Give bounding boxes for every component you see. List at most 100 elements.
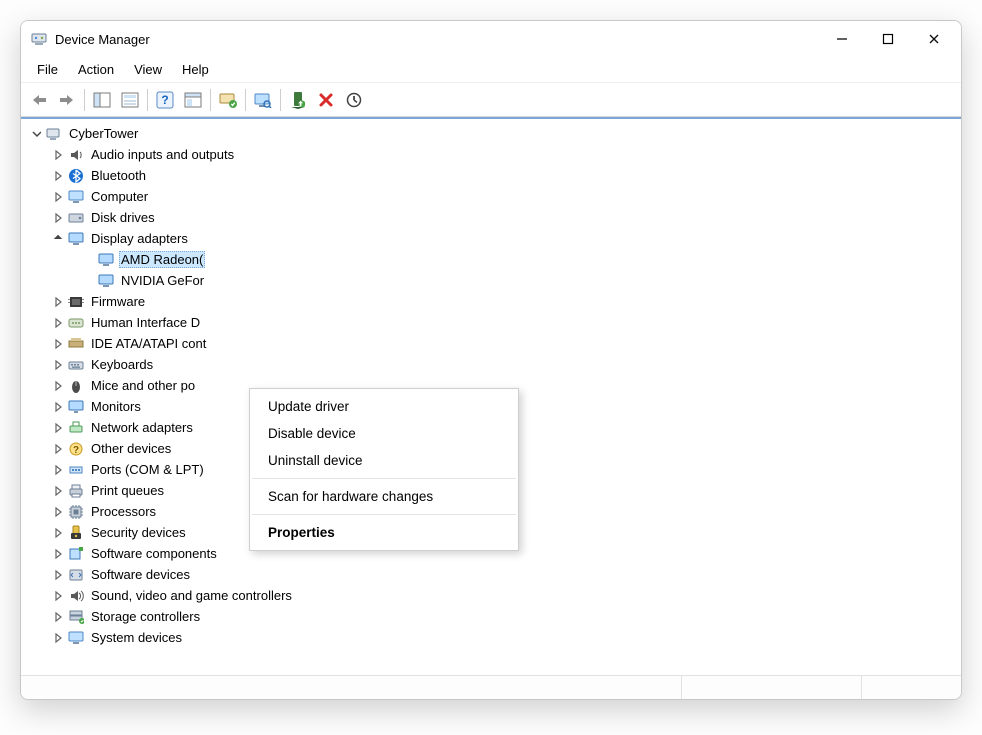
tree-device[interactable]: NVIDIA GeFor (25, 270, 951, 291)
tree-category-label: Security devices (89, 524, 188, 541)
monitor-icon (67, 398, 85, 416)
menu-help[interactable]: Help (172, 59, 219, 80)
tree-category[interactable]: Human Interface D (25, 312, 951, 333)
update-driver-button[interactable] (215, 87, 241, 113)
tree-category[interactable]: Sound, video and game controllers (25, 585, 951, 606)
tree-category[interactable]: Keyboards (25, 354, 951, 375)
stop-button[interactable] (341, 87, 367, 113)
tree-category[interactable]: Disk drives (25, 207, 951, 228)
statusbar-cell-mid (681, 676, 861, 699)
context-menu-item[interactable]: Uninstall device (250, 447, 518, 474)
expander-closed-icon[interactable] (51, 211, 65, 225)
expander-closed-icon[interactable] (51, 631, 65, 645)
expander-closed-icon[interactable] (51, 421, 65, 435)
expander-closed-icon[interactable] (51, 400, 65, 414)
tree-category[interactable]: IDE ATA/ATAPI cont (25, 333, 951, 354)
expander-open-icon[interactable] (29, 127, 43, 141)
tree-category-label: Software devices (89, 566, 192, 583)
work-area: CyberTower Audio inputs and outputs Blue… (21, 117, 961, 699)
expander-closed-icon[interactable] (51, 442, 65, 456)
enable-device-button[interactable] (285, 87, 311, 113)
security-icon (67, 524, 85, 542)
tree-category-label: Computer (89, 188, 150, 205)
expander-closed-icon[interactable] (51, 463, 65, 477)
tree-category-label: Display adapters (89, 230, 190, 247)
tree-device-label: NVIDIA GeFor (119, 272, 206, 289)
maximize-button[interactable] (865, 23, 911, 55)
expander-none (81, 274, 95, 288)
expander-closed-icon[interactable] (51, 589, 65, 603)
properties-pane-button[interactable] (117, 87, 143, 113)
tree-category-label: Ports (COM & LPT) (89, 461, 206, 478)
device-manager-window: Device Manager File Action View Help (20, 20, 962, 700)
context-menu-separator (252, 514, 516, 515)
expander-closed-icon[interactable] (51, 169, 65, 183)
expander-closed-icon[interactable] (51, 505, 65, 519)
expander-none (81, 253, 95, 267)
expander-closed-icon[interactable] (51, 190, 65, 204)
tree-category-label: Software components (89, 545, 219, 562)
show-hide-tree-button[interactable] (89, 87, 115, 113)
expander-closed-icon[interactable] (51, 610, 65, 624)
expander-closed-icon[interactable] (51, 316, 65, 330)
expander-closed-icon[interactable] (51, 358, 65, 372)
menu-action[interactable]: Action (68, 59, 124, 80)
tree-category[interactable]: Storage controllers (25, 606, 951, 627)
help-button[interactable]: ? (152, 87, 178, 113)
tree-category-label: Storage controllers (89, 608, 202, 625)
tree-category[interactable]: Audio inputs and outputs (25, 144, 951, 165)
expander-open-icon[interactable] (51, 232, 65, 246)
tree-category[interactable]: Computer (25, 186, 951, 207)
context-menu-separator (252, 478, 516, 479)
tree-category[interactable]: Firmware (25, 291, 951, 312)
tree-category-label: Other devices (89, 440, 173, 457)
expander-closed-icon[interactable] (51, 379, 65, 393)
tree-root[interactable]: CyberTower (25, 123, 951, 144)
uninstall-device-button[interactable] (313, 87, 339, 113)
tree-category[interactable]: Bluetooth (25, 165, 951, 186)
expander-closed-icon[interactable] (51, 295, 65, 309)
expander-closed-icon[interactable] (51, 568, 65, 582)
back-button[interactable] (26, 87, 52, 113)
menu-view[interactable]: View (124, 59, 172, 80)
expander-closed-icon[interactable] (51, 484, 65, 498)
tree-category-label: Firmware (89, 293, 147, 310)
tree-category-label: Bluetooth (89, 167, 148, 184)
context-menu-item[interactable]: Scan for hardware changes (250, 483, 518, 510)
tree-category[interactable]: System devices (25, 627, 951, 648)
expander-closed-icon[interactable] (51, 526, 65, 540)
forward-button[interactable] (54, 87, 80, 113)
computer-icon (67, 188, 85, 206)
tree-category-label: Disk drives (89, 209, 157, 226)
close-button[interactable] (911, 23, 957, 55)
cpu-icon (67, 503, 85, 521)
svg-text:?: ? (161, 93, 168, 107)
scan-hardware-button[interactable] (250, 87, 276, 113)
expander-closed-icon[interactable] (51, 337, 65, 351)
display-icon (97, 272, 115, 290)
printer-icon (67, 482, 85, 500)
swdev-icon (67, 566, 85, 584)
expander-closed-icon[interactable] (51, 547, 65, 561)
context-menu-item[interactable]: Properties (250, 519, 518, 546)
context-menu-item[interactable]: Disable device (250, 420, 518, 447)
menubar: File Action View Help (21, 57, 961, 83)
mouse-icon (67, 377, 85, 395)
context-menu-item[interactable]: Update driver (250, 393, 518, 420)
tree-device[interactable]: AMD Radeon( (25, 249, 951, 270)
network-icon (67, 419, 85, 437)
tree-root-label: CyberTower (67, 125, 140, 142)
titlebar: Device Manager (21, 21, 961, 57)
menu-file[interactable]: File (27, 59, 68, 80)
expander-closed-icon[interactable] (51, 148, 65, 162)
minimize-button[interactable] (819, 23, 865, 55)
tree-category[interactable]: Software devices (25, 564, 951, 585)
ide-icon (67, 335, 85, 353)
display-icon (67, 230, 85, 248)
tree-category[interactable]: Display adapters (25, 228, 951, 249)
swcomp-icon (67, 545, 85, 563)
properties-button[interactable] (180, 87, 206, 113)
tree-category-label: IDE ATA/ATAPI cont (89, 335, 208, 352)
bluetooth-icon (67, 167, 85, 185)
context-menu: Update driverDisable deviceUninstall dev… (249, 388, 519, 551)
